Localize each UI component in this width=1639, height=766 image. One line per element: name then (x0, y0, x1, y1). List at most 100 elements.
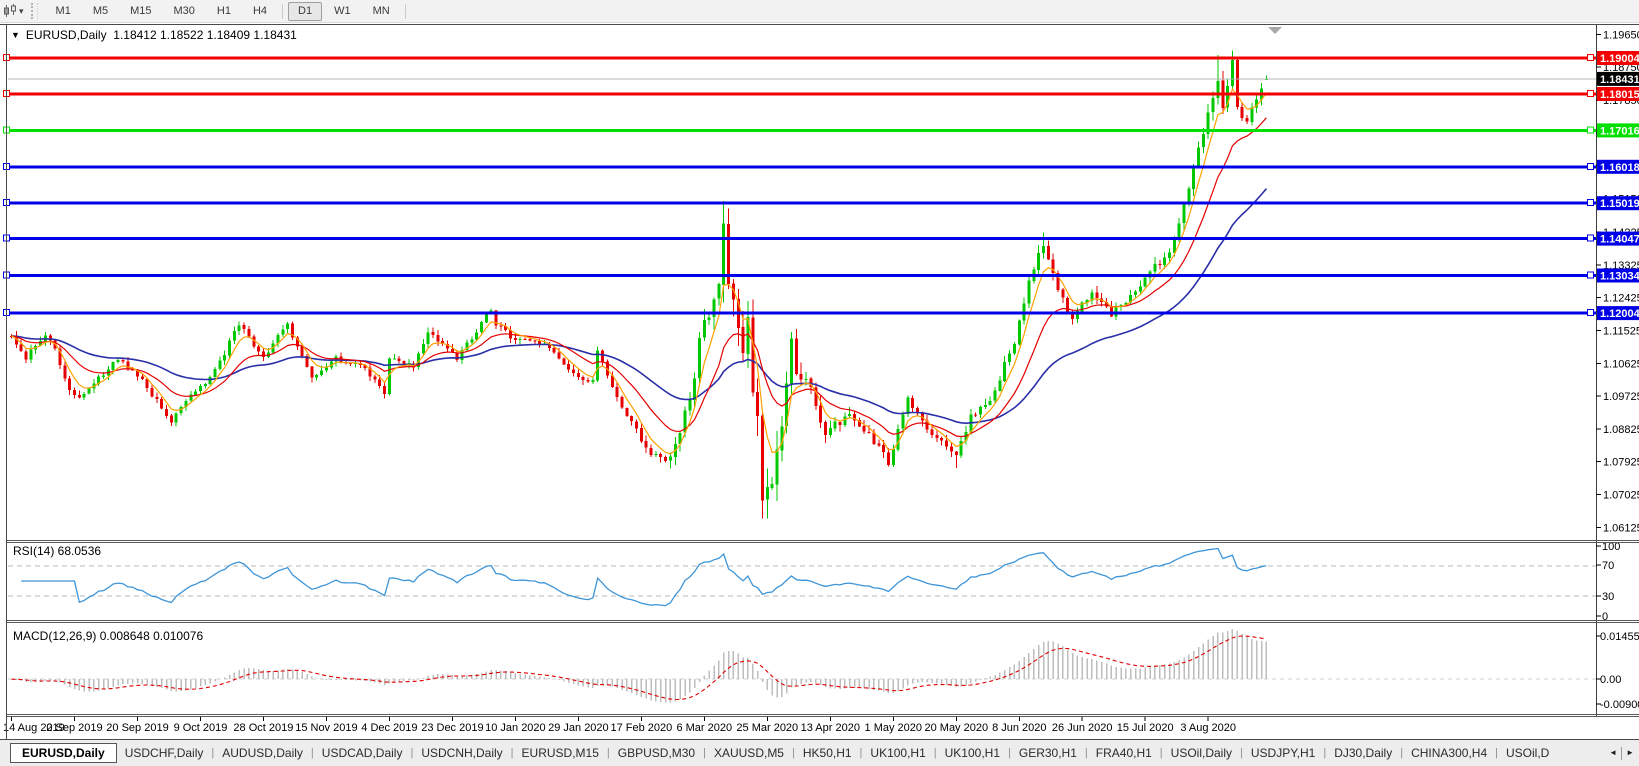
hline-1.16018[interactable] (4, 163, 1597, 169)
candle (461, 347, 464, 365)
svg-text:1.18431: 1.18431 (1600, 74, 1639, 86)
tab-dj30-daily[interactable]: DJ30,Daily (1326, 746, 1400, 760)
candle (243, 322, 246, 333)
tab-ger30-h1[interactable]: GER30,H1 (1011, 746, 1085, 760)
price-tick-label: 1.07025 (1603, 490, 1639, 502)
hline-1.13034[interactable] (4, 272, 1597, 278)
candle (233, 327, 236, 344)
timeframe-button-m30[interactable]: M30 (164, 2, 205, 21)
price-tick-label: 1.10625 (1603, 358, 1639, 370)
tab-fra40-h1[interactable]: FRA40,H1 (1088, 746, 1160, 760)
tab-hk50-h1[interactable]: HK50,H1 (795, 746, 860, 760)
date-tick-label: 28 Oct 2019 (233, 722, 293, 734)
rsi-pane: 10070300 (8, 541, 1620, 623)
candle (180, 406, 183, 416)
candle (1246, 115, 1249, 124)
date-tick-label: 26 Jun 2020 (1052, 722, 1113, 734)
candle (737, 289, 740, 346)
date-tick-label: 29 Jan 2020 (548, 722, 609, 734)
hline-1.14047[interactable] (4, 235, 1597, 241)
svg-text:1.16018: 1.16018 (1600, 162, 1639, 174)
tab-audusd-daily[interactable]: AUDUSD,Daily (214, 746, 311, 760)
tab-gbpusd-m30[interactable]: GBPUSD,M30 (610, 746, 703, 760)
candle (1061, 288, 1064, 303)
candle (315, 374, 318, 381)
tab-usdchf-daily[interactable]: USDCHF,Daily (117, 746, 212, 760)
candle (480, 321, 483, 333)
candle (955, 451, 958, 468)
candle (582, 376, 585, 385)
timeframe-button-w1[interactable]: W1 (324, 2, 361, 21)
tab-china300-h4[interactable]: CHINA300,H4 (1403, 746, 1495, 760)
candle (465, 340, 468, 353)
tab-usdcnh-daily[interactable]: USDCNH,Daily (413, 746, 510, 760)
timeframe-button-h1[interactable]: H1 (207, 2, 241, 21)
macd-tick-label: -0.009001 (1600, 699, 1639, 711)
candle (1231, 51, 1234, 91)
tab-usdjpy-h1[interactable]: USDJPY,H1 (1243, 746, 1323, 760)
candle (994, 387, 997, 403)
hline-1.19004[interactable] (4, 55, 1597, 61)
hline-price-badge: 1.19004 (1597, 51, 1639, 65)
tab-eurusd-daily[interactable]: EURUSD,Daily (10, 743, 117, 763)
hline-right-handle (1588, 272, 1594, 278)
macd-pane: 0.0145560.00-0.009001 (8, 629, 1639, 711)
candle (640, 423, 643, 443)
candle (601, 350, 604, 366)
timeframe-button-h4[interactable]: H4 (243, 2, 277, 21)
candle (29, 345, 32, 363)
timeframe-button-d1[interactable]: D1 (288, 2, 322, 21)
date-tick-label: 23 Dec 2019 (421, 722, 483, 734)
pane-separators[interactable] (6, 541, 1639, 717)
ma-fast-line (12, 89, 1267, 454)
price-tick-label: 1.19650 (1603, 29, 1639, 41)
tab-usoil-daily[interactable]: USOil,Daily (1163, 746, 1240, 760)
rsi-label: RSI(14) 68.0536 (13, 544, 101, 558)
tab-eurusd-m15[interactable]: EURUSD,M15 (514, 746, 607, 760)
hline-price-badge: 1.18015 (1597, 87, 1639, 101)
timeframe-button-mn[interactable]: MN (363, 2, 400, 21)
candle (621, 396, 624, 409)
tab-uk100-h1[interactable]: UK100,H1 (862, 746, 933, 760)
candle (247, 326, 250, 338)
candle (1057, 271, 1060, 293)
candle (1197, 141, 1200, 168)
timeframe-button-m5[interactable]: M5 (83, 2, 118, 21)
hline-1.17016[interactable] (4, 127, 1597, 133)
tab-xauusd-m5[interactable]: XAUUSD,M5 (706, 746, 792, 760)
collapse-arrow-icon[interactable]: ▼ (11, 30, 20, 40)
timeframe-button-m15[interactable]: M15 (120, 2, 161, 21)
scroll-right-icon[interactable]: ► (1626, 749, 1634, 757)
scroll-left-icon[interactable]: ◄ (1609, 749, 1617, 757)
tab-usdcad-daily[interactable]: USDCAD,Daily (314, 746, 411, 760)
candle (1226, 79, 1229, 111)
hline-price-badge: 1.13034 (1597, 269, 1639, 283)
hline-1.18015[interactable] (4, 91, 1597, 97)
candle (839, 420, 842, 431)
hline-1.12004[interactable] (4, 310, 1597, 316)
candle (1081, 301, 1084, 313)
candle (34, 344, 37, 354)
tab-uk100-h1[interactable]: UK100,H1 (937, 746, 1008, 760)
toolbar-grip-handle[interactable] (31, 3, 38, 19)
candle (562, 357, 565, 365)
time-axis[interactable]: 14 Aug 20192 Sep 201920 Sep 20199 Oct 20… (3, 717, 1236, 734)
chart-tabs: EURUSD,DailyUSDCHF,Daily|AUDUSD,Daily|US… (0, 740, 1639, 766)
candle (960, 436, 963, 458)
chart-canvas[interactable]: 1.196501.187501.178501.169501.160501.151… (0, 24, 1639, 740)
chart-tabs-bar: EURUSD,DailyUSDCHF,Daily|AUDUSD,Daily|US… (0, 740, 1639, 766)
candle (756, 379, 759, 436)
candle (814, 382, 817, 409)
mt4-terminal: ▾ M1M5M15M30H1H4 D1W1MN ▼ EURUSD,Daily 1.1… (0, 0, 1639, 766)
candle (1120, 304, 1123, 311)
tab-usoil-d[interactable]: USOil,D (1498, 746, 1557, 760)
hline-right-handle (1588, 91, 1594, 97)
chevron-down-icon[interactable]: ▾ (19, 6, 24, 17)
timeframe-button-m1[interactable]: M1 (46, 2, 81, 21)
hline-1.15019[interactable] (4, 200, 1597, 206)
candle (1216, 55, 1219, 104)
candle (218, 357, 221, 371)
candlestick-chart-icon[interactable] (3, 4, 18, 19)
timeframe-toolbar: ▾ M1M5M15M30H1H4 D1W1MN (0, 0, 1639, 23)
date-tick-label: 17 Feb 2020 (611, 722, 673, 734)
